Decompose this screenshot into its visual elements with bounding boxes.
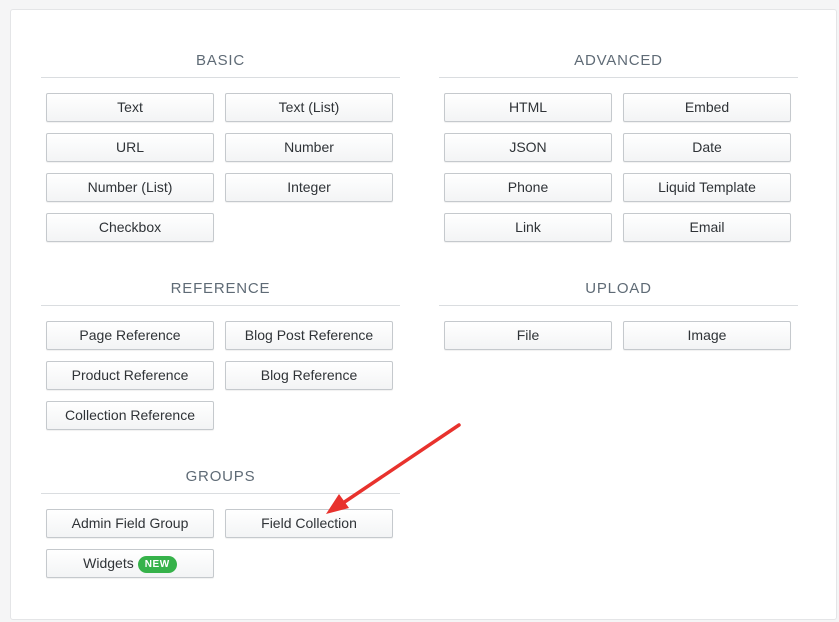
section-title-basic: BASIC — [195, 52, 245, 69]
image-button[interactable]: Image — [623, 321, 791, 350]
blog-reference-button[interactable]: Blog Reference — [225, 361, 393, 390]
blog-post-reference-button[interactable]: Blog Post Reference — [225, 321, 393, 350]
html-button[interactable]: HTML — [444, 93, 612, 122]
checkbox-button[interactable]: Checkbox — [46, 213, 214, 242]
section-title-groups: GROUPS — [185, 468, 256, 485]
section-title-upload: UPLOAD — [585, 280, 652, 297]
liquid-template-button[interactable]: Liquid Template — [623, 173, 791, 202]
section-divider — [439, 305, 798, 306]
file-button[interactable]: File — [444, 321, 612, 350]
new-badge: NEW — [137, 556, 177, 573]
phone-button[interactable]: Phone — [444, 173, 612, 202]
text-button[interactable]: Text — [46, 93, 214, 122]
embed-button[interactable]: Embed — [623, 93, 791, 122]
section-title-reference: REFERENCE — [170, 280, 271, 297]
widgets-button[interactable]: Widgets NEW — [46, 549, 214, 578]
section-divider — [41, 77, 400, 78]
section-reference: REFERENCE Page Reference Blog Post Refer… — [41, 278, 400, 430]
section-advanced: ADVANCED HTML Embed JSON Date Phone Liqu… — [439, 50, 798, 242]
number-list-button[interactable]: Number (List) — [46, 173, 214, 202]
email-button[interactable]: Email — [623, 213, 791, 242]
date-button[interactable]: Date — [623, 133, 791, 162]
section-divider — [41, 493, 400, 494]
section-divider — [41, 305, 400, 306]
number-button[interactable]: Number — [225, 133, 393, 162]
json-button[interactable]: JSON — [444, 133, 612, 162]
section-upload: UPLOAD File Image — [439, 278, 798, 350]
section-title-advanced: ADVANCED — [574, 52, 663, 69]
product-reference-button[interactable]: Product Reference — [46, 361, 214, 390]
section-basic: BASIC Text Text (List) URL Number Number… — [41, 50, 400, 242]
page-reference-button[interactable]: Page Reference — [46, 321, 214, 350]
collection-reference-button[interactable]: Collection Reference — [46, 401, 214, 430]
widgets-label: Widgets — [83, 555, 134, 571]
link-button[interactable]: Link — [444, 213, 612, 242]
section-divider — [439, 77, 798, 78]
admin-field-group-button[interactable]: Admin Field Group — [46, 509, 214, 538]
field-collection-button[interactable]: Field Collection — [225, 509, 393, 538]
integer-button[interactable]: Integer — [225, 173, 393, 202]
field-type-panel: BASIC Text Text (List) URL Number Number… — [10, 9, 837, 620]
section-groups: GROUPS Admin Field Group Field Collectio… — [41, 466, 400, 578]
text-list-button[interactable]: Text (List) — [225, 93, 393, 122]
url-button[interactable]: URL — [46, 133, 214, 162]
